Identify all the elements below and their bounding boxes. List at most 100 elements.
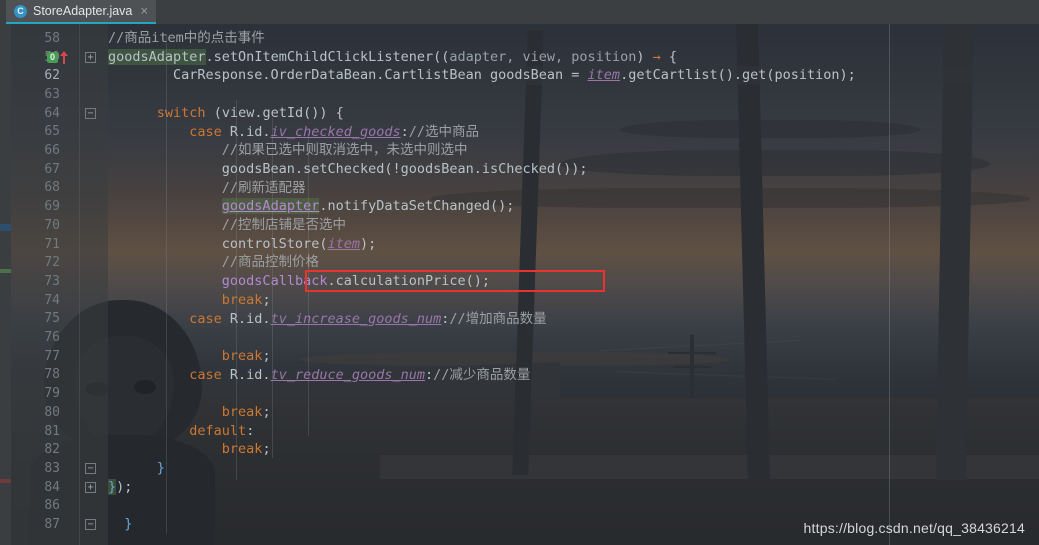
indent-guide	[166, 34, 167, 534]
code-line-78[interactable]: case R.id.tv_reduce_goods_num://减少商品数量	[108, 366, 530, 385]
intention-bulb-icon[interactable]: 0	[47, 51, 58, 63]
close-icon[interactable]: ×	[138, 5, 148, 18]
gutter-line-77[interactable]: 77	[11, 347, 108, 366]
gutter-line-74[interactable]: 74	[11, 291, 108, 310]
code-line-62[interactable]: CarResponse.OrderDataBean.CartlistBean g…	[0, 66, 1039, 86]
code-line-65[interactable]: case R.id.iv_checked_goods://选中商品	[108, 123, 479, 142]
code-line-68[interactable]: //刷新适配器	[108, 179, 306, 198]
gutter-line-59[interactable]: 590+	[11, 48, 108, 67]
code-fold-toggle-icon[interactable]: −	[85, 519, 96, 531]
code-token: );	[359, 235, 377, 252]
gutter-line-75[interactable]: 75	[11, 310, 108, 329]
code-line-82[interactable]: break;	[108, 440, 271, 459]
code-editor-area[interactable]: //商品item中的点击事件 goodsAdapter.setOnItemChil…	[0, 24, 1039, 545]
code-line-77[interactable]: break;	[108, 347, 271, 366]
code-token: }	[108, 478, 117, 495]
code-token: default	[189, 422, 247, 439]
gutter-line-80[interactable]: 80	[11, 403, 108, 422]
code-line-64[interactable]: switch (view.getId()) {	[108, 104, 344, 123]
code-token: ;	[262, 347, 271, 364]
code-fold-toggle-icon[interactable]: −	[85, 107, 96, 119]
marker-stripe	[0, 479, 11, 483]
code-token: iv_checked_goods	[270, 123, 401, 140]
gutter-line-72[interactable]: 72	[11, 253, 108, 272]
code-token: break	[221, 404, 263, 420]
editor-tab-storeadapter[interactable]: C StoreAdapter.java ×	[6, 0, 157, 24]
editor-marker-strip[interactable]	[0, 24, 11, 545]
code-line-74[interactable]: break;	[108, 291, 271, 310]
code-line-58[interactable]: //商品item中的点击事件	[108, 29, 265, 48]
code-token: item	[327, 235, 360, 252]
gutter-line-78[interactable]: 78	[11, 366, 108, 385]
gutter-line-62[interactable]: 62	[11, 66, 108, 85]
code-line-72[interactable]: //商品控制价格	[108, 253, 319, 272]
code-token: //减少商品数量	[433, 366, 531, 383]
gutter-line-69[interactable]: 69	[11, 197, 108, 216]
line-number: 84	[44, 479, 60, 495]
code-fold-toggle-icon[interactable]: −	[85, 462, 96, 474]
code-token: case	[189, 310, 222, 327]
code-line-83[interactable]: }	[108, 459, 165, 478]
line-number: 83	[44, 460, 60, 476]
method-up-arrow-icon	[60, 50, 68, 64]
code-line-66[interactable]: //如果已选中则取消选中，未选中则选中	[108, 141, 468, 160]
editor-gutter[interactable]: 58590+626364−656667686970717273747576777…	[11, 24, 108, 545]
gutter-line-63[interactable]: 63	[11, 85, 108, 104]
gutter-line-68[interactable]: 68	[11, 179, 108, 198]
gutter-line-83[interactable]: 83 −	[11, 459, 108, 478]
gutter-line-58[interactable]: 58	[11, 29, 108, 48]
code-line-84[interactable]: });	[108, 478, 132, 497]
code-fold-toggle-icon[interactable]: +	[85, 481, 96, 493]
indent-guide	[308, 136, 309, 436]
gutter-line-87[interactable]: 87 −	[11, 515, 108, 534]
code-token: //增加商品数量	[449, 310, 547, 327]
code-line-81[interactable]: default:	[108, 422, 254, 441]
line-number: 75	[44, 311, 60, 327]
code-line-80[interactable]: break;	[108, 403, 271, 422]
code-token: item	[587, 67, 621, 84]
right-margin-line	[889, 24, 890, 545]
java-class-icon: C	[14, 4, 27, 18]
code-line-71[interactable]: controlStore(item);	[108, 235, 376, 254]
code-line-87[interactable]: }	[108, 515, 132, 534]
gutter-line-66[interactable]: 66	[11, 141, 108, 160]
code-token: break	[221, 291, 263, 308]
code-token: case	[189, 123, 222, 140]
code-token: switch	[156, 104, 206, 121]
code-token: }	[124, 516, 133, 533]
gutter-line-79[interactable]: 79	[11, 384, 108, 403]
gutter-line-71[interactable]: 71	[11, 235, 108, 254]
line-number: 62	[44, 68, 60, 84]
code-line-75[interactable]: case R.id.tv_increase_goods_num://增加商品数量	[108, 310, 547, 329]
code-token: :	[425, 366, 434, 383]
gutter-line-86[interactable]: 86	[11, 497, 108, 516]
code-token: tv_reduce_goods_num	[270, 366, 426, 383]
code-fold-toggle-icon[interactable]: +	[85, 51, 96, 63]
code-token: ;	[262, 404, 271, 420]
code-token: .notifyDataSetChanged();	[319, 198, 515, 215]
indent-guide	[272, 118, 273, 458]
line-number: 81	[44, 423, 60, 439]
code-line-70[interactable]: //控制店铺是否选中	[108, 216, 346, 235]
code-line-67[interactable]: goodsBean.setChecked(!goodsBean.isChecke…	[108, 160, 588, 179]
gutter-line-84[interactable]: 84 +	[11, 478, 108, 497]
line-number: 74	[44, 292, 60, 308]
gutter-line-65[interactable]: 65	[11, 123, 108, 142]
code-line-69[interactable]: goodsAdapter.notifyDataSetChanged();	[108, 197, 514, 216]
gutter-line-67[interactable]: 67	[11, 160, 108, 179]
gutter-line-64[interactable]: 64 −	[11, 104, 108, 123]
gutter-line-70[interactable]: 70	[11, 216, 108, 235]
code-token: //如果已选中则取消选中，未选中则选中	[221, 142, 468, 159]
gutter-line-82[interactable]: 82	[11, 440, 108, 459]
line-number: 79	[44, 386, 60, 402]
gutter-line-81[interactable]: 81	[11, 422, 108, 441]
code-line-59[interactable]: goodsAdapter.setOnItemChildClickListener…	[108, 48, 677, 67]
gutter-line-73[interactable]: 73	[11, 272, 108, 291]
gutter-line-76[interactable]: 76	[11, 328, 108, 347]
